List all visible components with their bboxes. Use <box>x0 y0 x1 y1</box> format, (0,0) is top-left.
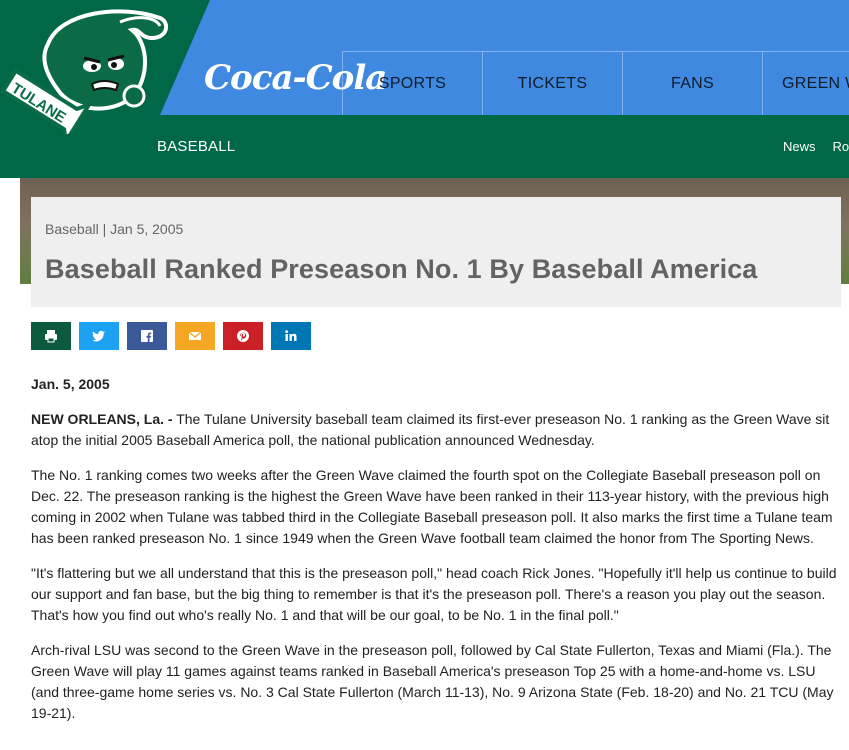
twitter-share-button[interactable] <box>79 322 119 350</box>
email-share-button[interactable] <box>175 322 215 350</box>
nav-green-wave[interactable]: GREEN W <box>762 52 849 115</box>
pinterest-icon <box>237 330 249 342</box>
nav-fans[interactable]: FANS <box>622 52 762 115</box>
paragraph-1: NEW ORLEANS, La. - The Tulane University… <box>31 409 843 451</box>
twitter-icon <box>92 330 105 342</box>
pinterest-share-button[interactable] <box>223 322 263 350</box>
nav-sports[interactable]: SPORTS <box>342 52 482 115</box>
article-date: Jan. 5, 2005 <box>31 376 110 392</box>
email-icon <box>188 331 202 340</box>
paragraph-2: The No. 1 ranking comes two weeks after … <box>31 467 833 546</box>
subnav-news[interactable]: News <box>783 139 816 154</box>
sport-subnav: News Ros <box>783 139 849 154</box>
section-title[interactable]: BASEBALL <box>157 138 235 155</box>
main-nav: SPORTS TICKETS FANS GREEN W <box>342 52 849 115</box>
print-button[interactable] <box>31 322 71 350</box>
paragraph-3: "It's flattering but we all understand t… <box>31 565 837 623</box>
story-header-card <box>31 197 841 307</box>
facebook-share-button[interactable] <box>127 322 167 350</box>
tulane-logo[interactable]: TULANE <box>0 4 178 148</box>
share-bar <box>31 322 311 350</box>
facebook-icon <box>141 330 153 342</box>
article-body: Jan. 5, 2005 NEW ORLEANS, La. - The Tula… <box>31 374 843 738</box>
subnav-roster[interactable]: Ros <box>833 139 849 154</box>
dateline: NEW ORLEANS, La. - <box>31 411 173 427</box>
nav-tickets[interactable]: TICKETS <box>482 52 622 115</box>
story-title: Baseball Ranked Preseason No. 1 By Baseb… <box>45 254 758 284</box>
site-header: TULANE Coca-Cola SPORTS TICKETS FANS GRE… <box>0 0 849 178</box>
paragraph-4: Arch-rival LSU was second to the Green W… <box>31 642 834 721</box>
print-icon <box>45 330 57 343</box>
linkedin-icon <box>285 330 297 341</box>
linkedin-share-button[interactable] <box>271 322 311 350</box>
story-meta: Baseball | Jan 5, 2005 <box>45 221 184 237</box>
